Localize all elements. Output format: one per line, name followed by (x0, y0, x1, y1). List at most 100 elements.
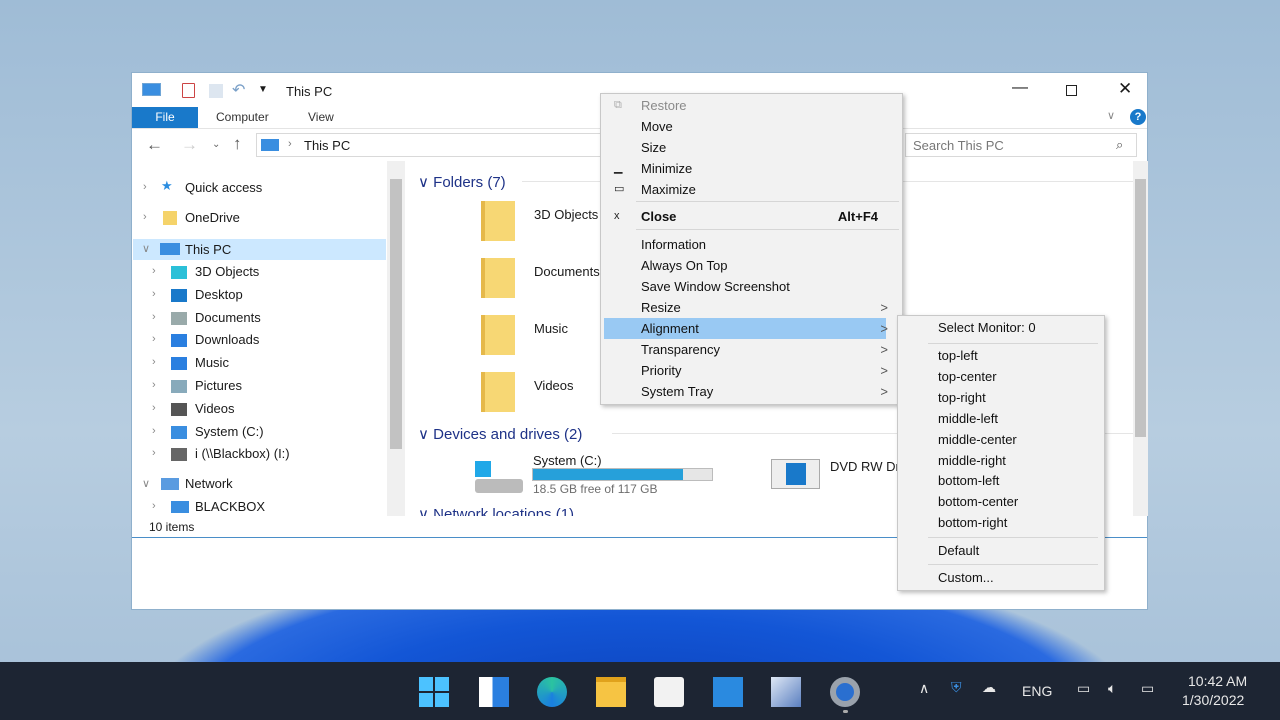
battery-icon[interactable]: ▭ (1141, 680, 1154, 697)
nav-blackbox[interactable]: › BLACKBOX (133, 497, 386, 517)
submenu-default[interactable]: Default (898, 540, 1104, 561)
file-explorer-taskbar-icon[interactable] (596, 677, 626, 707)
menu-item-restore[interactable]: ⧉ Restore (601, 95, 902, 116)
edge-icon[interactable] (537, 677, 567, 707)
content-scrollbar[interactable] (1133, 161, 1148, 516)
folder-item[interactable]: 3D Objects (479, 201, 609, 245)
menu-item-always-on-top[interactable]: Always On Top (601, 255, 902, 276)
menu-item-maximize[interactable]: ▭ Maximize (601, 179, 902, 200)
align-middle-center[interactable]: middle-center (898, 429, 1104, 450)
clock-time[interactable]: 10:42 AM (1188, 673, 1247, 689)
nav-network[interactable]: ∨ Network (133, 474, 386, 494)
onedrive-icon[interactable]: ☁ (982, 679, 996, 696)
up-button[interactable]: ↑ (233, 134, 242, 154)
submenu-custom[interactable]: Custom... (898, 567, 1104, 588)
menu-item-minimize[interactable]: ▁ Minimize (601, 158, 902, 179)
nav-onedrive[interactable]: › OneDrive (133, 208, 386, 228)
widgets-icon[interactable] (479, 677, 509, 707)
align-bottom-right[interactable]: bottom-right (898, 512, 1104, 533)
close-button[interactable]: ✕ (1118, 79, 1132, 99)
nav-label: Pictures (195, 378, 242, 393)
nav-scrollbar[interactable] (387, 161, 405, 516)
expand-chevron-icon[interactable]: › (152, 356, 156, 368)
app-icon[interactable] (771, 677, 801, 707)
menu-item-transparency[interactable]: Transparency > (601, 339, 902, 360)
expand-chevron-icon[interactable]: › (152, 288, 156, 300)
expand-chevron-icon[interactable]: › (152, 447, 156, 459)
menu-item-close[interactable]: x Close Alt+F4 (601, 206, 902, 227)
minimize-button[interactable]: — (1012, 79, 1028, 97)
nav-documents[interactable]: › Documents (133, 308, 386, 328)
show-hidden-icons[interactable]: ∧ (919, 680, 929, 697)
select-monitor-item[interactable]: Select Monitor: 0 (898, 317, 1104, 338)
security-icon[interactable]: ⛨ (951, 679, 962, 696)
clock-date[interactable]: 1/30/2022 (1182, 692, 1244, 708)
mail-icon[interactable] (713, 677, 743, 707)
expand-chevron-icon[interactable]: › (152, 379, 156, 391)
folder-icon (171, 357, 187, 371)
folder-item[interactable]: Music (479, 315, 609, 359)
align-bottom-left[interactable]: bottom-left (898, 470, 1104, 491)
recent-locations-icon[interactable]: ⌄ (212, 139, 220, 150)
back-button[interactable]: ← (146, 135, 163, 155)
nav-3d-objects[interactable]: › 3D Objects (133, 262, 386, 282)
settings-icon[interactable] (830, 677, 860, 707)
nav-pictures[interactable]: › Pictures (133, 376, 386, 396)
tab-computer[interactable]: Computer (198, 107, 287, 128)
dvd-drive-name[interactable]: DVD RW Dr (830, 459, 900, 474)
maximize-button[interactable] (1066, 85, 1077, 96)
devices-header[interactable]: ∨ Devices and drives (2) (418, 425, 582, 443)
menu-item-size[interactable]: Size (601, 137, 902, 158)
search-input[interactable]: Search This PC ⌕ (905, 133, 1137, 157)
submenu-arrow-icon: > (880, 384, 888, 399)
quick-access-dropdown-icon[interactable]: ▼ (258, 84, 268, 95)
system-drive-name[interactable]: System (C:) (533, 453, 602, 468)
expand-ribbon-icon[interactable]: ∨ (1107, 109, 1115, 122)
align-bottom-center[interactable]: bottom-center (898, 491, 1104, 512)
align-middle-left[interactable]: middle-left (898, 408, 1104, 429)
align-top-right[interactable]: top-right (898, 387, 1104, 408)
forward-button[interactable]: → (181, 135, 198, 155)
align-middle-right[interactable]: middle-right (898, 450, 1104, 471)
expand-chevron-icon[interactable]: › (152, 311, 156, 323)
store-icon[interactable] (654, 677, 684, 707)
folders-header[interactable]: ∨ Folders (7) (418, 173, 506, 191)
nav-i-blackbox-i-[interactable]: › i (\\Blackbox) (I:) (133, 444, 386, 464)
menu-item-system-tray[interactable]: System Tray > (601, 381, 902, 402)
new-folder-icon[interactable] (209, 84, 223, 98)
properties-icon[interactable] (182, 83, 195, 98)
menu-item-priority[interactable]: Priority > (601, 360, 902, 381)
expand-chevron-icon[interactable]: › (152, 333, 156, 345)
nav-label: Desktop (195, 286, 243, 302)
menu-item-information[interactable]: Information (601, 234, 902, 255)
nav-music[interactable]: › Music (133, 353, 386, 373)
menu-item-move[interactable]: Move (601, 116, 902, 137)
network-icon[interactable]: ▭ (1077, 680, 1090, 697)
menu-item-resize[interactable]: Resize > (601, 297, 902, 318)
folder-item[interactable]: Documents (479, 258, 609, 302)
nav-quick-access[interactable]: › ★ Quick access (133, 178, 386, 198)
network-header[interactable]: ∨ Network locations (1) (418, 505, 574, 516)
align-top-left[interactable]: top-left (898, 345, 1104, 366)
expand-chevron-icon[interactable]: › (152, 402, 156, 414)
breadcrumb-this-pc[interactable]: This PC (304, 138, 350, 153)
nav-this-pc[interactable]: ∨ This PC (133, 239, 386, 260)
nav-videos[interactable]: › Videos (133, 399, 386, 419)
help-icon[interactable]: ? (1130, 109, 1146, 125)
language-indicator[interactable]: ENG (1022, 683, 1052, 699)
start-button[interactable] (419, 677, 449, 707)
tab-file[interactable]: File (132, 107, 198, 128)
nav-desktop[interactable]: › Desktop (133, 285, 386, 305)
nav-downloads[interactable]: › Downloads (133, 330, 386, 350)
tab-view[interactable]: View (290, 107, 352, 128)
nav-system-c-[interactable]: › System (C:) (133, 422, 386, 442)
menu-item-save-window-screenshot[interactable]: Save Window Screenshot (601, 276, 902, 297)
volume-icon[interactable]: 🔈︎ (1108, 680, 1116, 697)
menu-item-alignment[interactable]: Alignment > (604, 318, 888, 339)
expand-chevron-icon[interactable]: › (152, 425, 156, 437)
search-placeholder: Search This PC (913, 138, 1004, 153)
folder-item[interactable]: Videos (479, 372, 609, 416)
align-top-center[interactable]: top-center (898, 366, 1104, 387)
undo-icon[interactable]: ↶ (232, 80, 245, 100)
expand-chevron-icon[interactable]: › (152, 265, 156, 277)
